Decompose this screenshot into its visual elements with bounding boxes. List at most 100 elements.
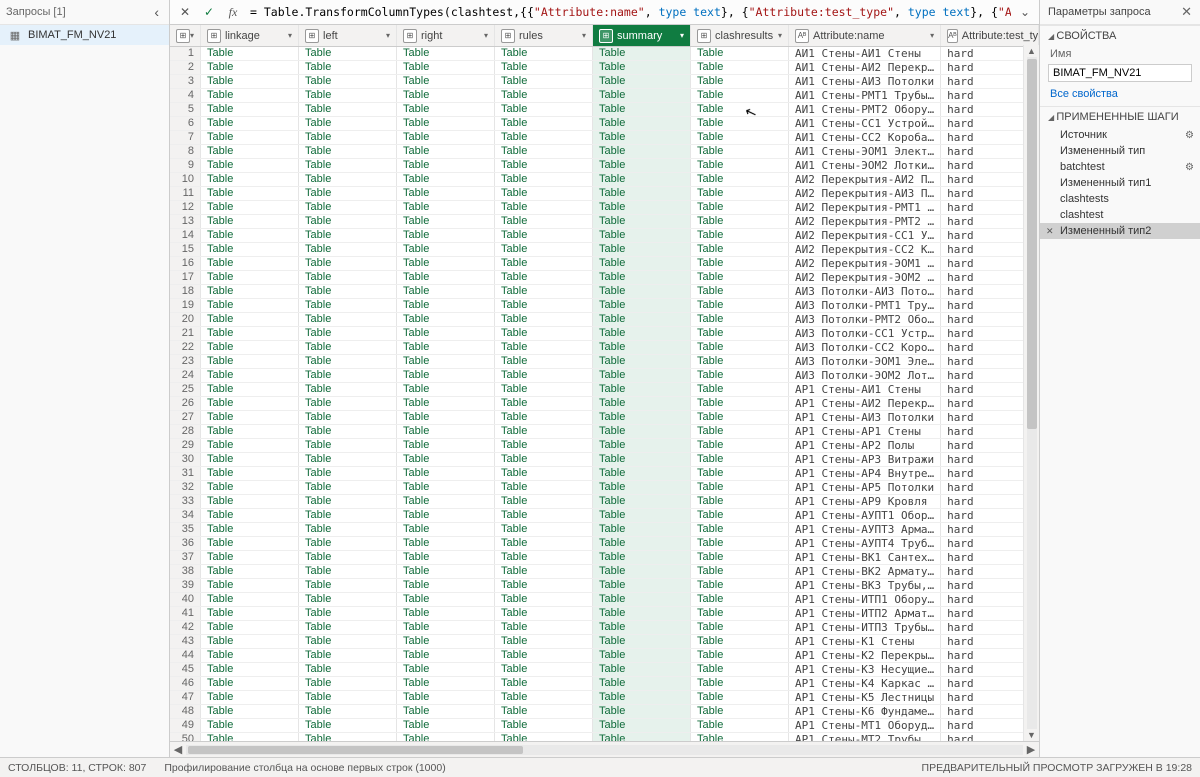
row-number[interactable]: 37	[170, 551, 201, 565]
cell[interactable]: Table	[495, 509, 593, 523]
cell[interactable]: Table	[691, 579, 789, 593]
type-icon[interactable]: Aᴮ	[947, 29, 958, 43]
cell[interactable]: Table	[201, 229, 299, 243]
row-number[interactable]: 41	[170, 607, 201, 621]
column-filter-button[interactable]: ▾	[930, 26, 934, 46]
cell[interactable]: Table	[397, 229, 495, 243]
row-number[interactable]: 14	[170, 229, 201, 243]
cell[interactable]: Table	[593, 663, 691, 677]
cell[interactable]: АР1 Стены-ИТП3 Трубы…	[789, 621, 941, 635]
cell[interactable]: АР1 Стены-ВК3 Трубы,…	[789, 579, 941, 593]
cell[interactable]: Table	[299, 355, 397, 369]
cell[interactable]: Table	[691, 75, 789, 89]
cell[interactable]: Table	[397, 691, 495, 705]
cell[interactable]: Table	[593, 425, 691, 439]
cell[interactable]: Table	[593, 285, 691, 299]
cell[interactable]: Table	[299, 607, 397, 621]
applied-steps-title[interactable]: ПРИМЕНЕННЫЕ ШАГИ	[1040, 106, 1200, 127]
cell[interactable]: Table	[299, 201, 397, 215]
cell[interactable]: Table	[397, 551, 495, 565]
cell[interactable]: Table	[201, 719, 299, 733]
cell[interactable]: Table	[201, 649, 299, 663]
cell[interactable]: Table	[495, 719, 593, 733]
cell[interactable]: АИ2 Перекрытия-РМТ2 …	[789, 215, 941, 229]
cell[interactable]: Table	[495, 131, 593, 145]
cell[interactable]: Table	[397, 243, 495, 257]
cell[interactable]: Table	[495, 201, 593, 215]
cell[interactable]: Table	[495, 285, 593, 299]
cell[interactable]: Table	[691, 117, 789, 131]
table-row[interactable]: 3TableTableTableTableTableTableАИ1 Стены…	[170, 75, 1039, 89]
cell[interactable]: Table	[299, 453, 397, 467]
table-row[interactable]: 39TableTableTableTableTableTableАР1 Стен…	[170, 579, 1039, 593]
cell[interactable]: АИ1 Стены-АИ3 Потолки	[789, 75, 941, 89]
cell[interactable]: Table	[299, 481, 397, 495]
table-row[interactable]: 9TableTableTableTableTableTableАИ1 Стены…	[170, 159, 1039, 173]
table-row[interactable]: 30TableTableTableTableTableTableАР1 Стен…	[170, 453, 1039, 467]
cell[interactable]: Table	[397, 117, 495, 131]
cell[interactable]: Table	[397, 565, 495, 579]
table-row[interactable]: 10TableTableTableTableTableTableАИ2 Пере…	[170, 173, 1039, 187]
table-row[interactable]: 33TableTableTableTableTableTableАР1 Стен…	[170, 495, 1039, 509]
applied-step[interactable]: Измененный тип1	[1040, 175, 1200, 191]
cell[interactable]: Table	[299, 61, 397, 75]
table-row[interactable]: 19TableTableTableTableTableTableАИ3 Пото…	[170, 299, 1039, 313]
cell[interactable]: Table	[201, 509, 299, 523]
table-row[interactable]: 8TableTableTableTableTableTableАИ1 Стены…	[170, 145, 1039, 159]
cell[interactable]: Table	[691, 705, 789, 719]
cell[interactable]: Table	[397, 733, 495, 742]
cell[interactable]: АР1 Стены-К5 Лестницы	[789, 691, 941, 705]
cell[interactable]: Table	[201, 89, 299, 103]
cell[interactable]: Table	[299, 187, 397, 201]
cell[interactable]: Table	[397, 621, 495, 635]
cell[interactable]: Table	[299, 705, 397, 719]
cell[interactable]: Table	[593, 383, 691, 397]
type-icon[interactable]: ⊞	[305, 29, 319, 43]
cell[interactable]: Table	[397, 453, 495, 467]
cell[interactable]: Table	[495, 215, 593, 229]
column-header-Attributetesttype[interactable]: AᴮAttribute:test_type▾	[941, 25, 1039, 47]
scroll-up-button[interactable]: ▲	[1024, 45, 1039, 57]
cell[interactable]: АР1 Стены-АР1 Стены	[789, 425, 941, 439]
cell[interactable]: АИ1 Стены-ЭОМ1 Элект…	[789, 145, 941, 159]
cell[interactable]: Table	[201, 439, 299, 453]
column-header-linkage[interactable]: ⊞linkage▾	[201, 25, 299, 47]
cell[interactable]: АИ2 Перекрытия-СС2 К…	[789, 243, 941, 257]
cell[interactable]: Table	[299, 369, 397, 383]
row-number[interactable]: 5	[170, 103, 201, 117]
cell[interactable]: Table	[593, 691, 691, 705]
cell[interactable]: Table	[397, 411, 495, 425]
cell[interactable]: АИ1 Стены-СС2 Короба…	[789, 131, 941, 145]
column-header-summary[interactable]: ⊞summary▾	[593, 25, 691, 47]
cell[interactable]: Table	[201, 593, 299, 607]
column-header-right[interactable]: ⊞right▾	[397, 25, 495, 47]
cell[interactable]: Table	[691, 103, 789, 117]
cell[interactable]: Table	[691, 187, 789, 201]
cell[interactable]: Table	[201, 537, 299, 551]
cell[interactable]: Table	[299, 341, 397, 355]
cell[interactable]: Table	[691, 61, 789, 75]
cell[interactable]: Table	[691, 47, 789, 61]
cell[interactable]: Table	[201, 327, 299, 341]
cell[interactable]: Table	[593, 719, 691, 733]
cell[interactable]: Table	[691, 439, 789, 453]
cell[interactable]: Table	[299, 593, 397, 607]
cell[interactable]: Table	[397, 593, 495, 607]
cell[interactable]: Table	[593, 439, 691, 453]
formula-dropdown-button[interactable]: ⌄	[1017, 5, 1033, 19]
row-number[interactable]: 24	[170, 369, 201, 383]
cell[interactable]: Table	[299, 719, 397, 733]
cell[interactable]: Table	[201, 145, 299, 159]
cell[interactable]: АИ1 Стены-АИ1 Стены	[789, 47, 941, 61]
type-icon[interactable]: ⊞	[599, 29, 613, 43]
row-number[interactable]: 43	[170, 635, 201, 649]
cell[interactable]: Table	[593, 397, 691, 411]
cell[interactable]: Table	[299, 47, 397, 61]
cell[interactable]: Table	[495, 117, 593, 131]
cell[interactable]: АР1 Стены-АР2 Полы	[789, 439, 941, 453]
cell[interactable]: Table	[397, 509, 495, 523]
cell[interactable]: Table	[495, 635, 593, 649]
cell[interactable]: Table	[495, 257, 593, 271]
cell[interactable]: Table	[495, 495, 593, 509]
cell[interactable]: Table	[201, 635, 299, 649]
